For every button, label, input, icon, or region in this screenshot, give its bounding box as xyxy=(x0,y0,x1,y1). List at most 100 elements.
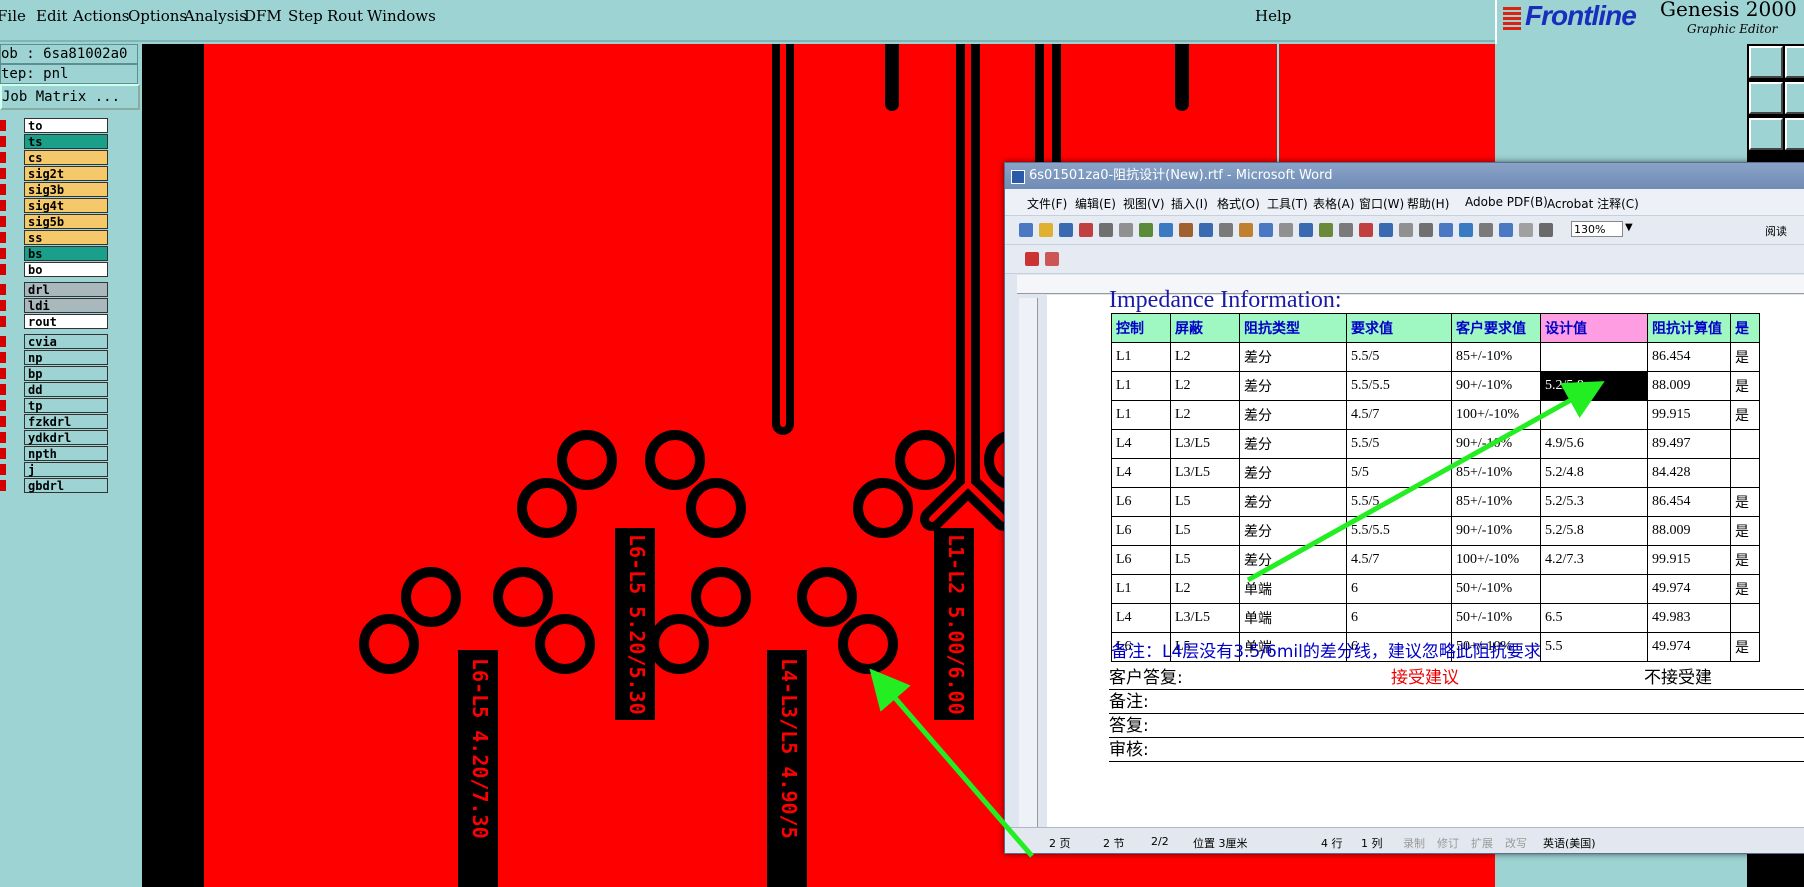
toolbar-button-icon[interactable] xyxy=(1359,223,1373,237)
layer-toggle-icon[interactable] xyxy=(0,416,6,427)
table-cell[interactable]: 86.454 xyxy=(1647,342,1731,372)
table-cell[interactable]: 5/5 xyxy=(1346,458,1452,488)
table-cell[interactable]: 差分 xyxy=(1239,458,1347,488)
layer-toggle-icon[interactable] xyxy=(0,368,6,379)
table-cell[interactable]: 差分 xyxy=(1239,545,1347,575)
tool-back-icon[interactable] xyxy=(1749,82,1783,114)
zoom-select[interactable]: 130% xyxy=(1571,221,1623,237)
table-cell[interactable]: L3/L5 xyxy=(1170,458,1240,488)
toolbar-button-icon[interactable] xyxy=(1459,223,1473,237)
table-cell[interactable]: 84.428 xyxy=(1647,458,1731,488)
word-menu-window[interactable]: 窗口(W) xyxy=(1359,195,1404,212)
layer-item-bp[interactable]: bp xyxy=(0,366,112,381)
toolbar-button-icon[interactable] xyxy=(1079,223,1093,237)
layer-item-cs[interactable]: cs xyxy=(0,150,112,165)
tool-move-icon[interactable] xyxy=(1749,118,1783,150)
word-menu-insert[interactable]: 插入(I) xyxy=(1171,195,1208,212)
table-cell[interactable]: L6 xyxy=(1111,545,1171,575)
layer-item-ldi[interactable]: ldi xyxy=(0,298,112,313)
layer-toggle-icon[interactable] xyxy=(0,232,6,243)
table-cell[interactable]: 88.009 xyxy=(1647,516,1731,546)
table-cell[interactable]: 85+/-10% xyxy=(1451,458,1541,488)
status-rec[interactable]: 录制 xyxy=(1403,835,1425,851)
menu-rout[interactable]: Rout xyxy=(327,7,363,25)
toolbar-button-icon[interactable] xyxy=(1339,223,1353,237)
layer-item-to[interactable]: to xyxy=(0,118,112,133)
table-cell[interactable]: 差分 xyxy=(1239,342,1347,372)
table-cell[interactable]: 差分 xyxy=(1239,429,1347,459)
toolbar-button-icon[interactable] xyxy=(1499,223,1513,237)
tool-rotate-icon[interactable] xyxy=(1785,118,1804,150)
menu-actions[interactable]: Actions xyxy=(73,7,129,25)
layer-item-cvia[interactable]: cvia xyxy=(0,334,112,349)
toolbar-button-icon[interactable] xyxy=(1239,223,1253,237)
layer-toggle-icon[interactable] xyxy=(0,120,6,131)
job-matrix-button[interactable]: Job Matrix ... xyxy=(0,84,140,110)
table-cell[interactable]: 4.5/7 xyxy=(1346,400,1452,430)
layer-item-npth[interactable]: npth xyxy=(0,446,112,461)
table-cell[interactable]: L5 xyxy=(1170,487,1240,517)
layer-item-tp[interactable]: tp xyxy=(0,398,112,413)
table-cell[interactable]: L3/L5 xyxy=(1170,429,1240,459)
layer-toggle-icon[interactable] xyxy=(0,284,6,295)
layer-toggle-icon[interactable] xyxy=(0,264,6,275)
table-cell[interactable]: 6.5 xyxy=(1540,603,1648,633)
layer-toggle-icon[interactable] xyxy=(0,248,6,259)
toolbar-button-icon[interactable] xyxy=(1019,223,1033,237)
zoom-dropdown-icon[interactable]: ▼ xyxy=(1625,222,1633,233)
layer-toggle-icon[interactable] xyxy=(0,200,6,211)
layer-toggle-icon[interactable] xyxy=(0,464,6,475)
table-cell[interactable]: L1 xyxy=(1111,574,1171,604)
word-menu-adobe-pdf[interactable]: Adobe PDF(B) xyxy=(1465,195,1548,209)
toolbar-button-icon[interactable] xyxy=(1179,223,1193,237)
toolbar-button-icon[interactable] xyxy=(1039,223,1053,237)
toolbar-button-icon[interactable] xyxy=(1379,223,1393,237)
layer-item-sig2t[interactable]: sig2t xyxy=(0,166,112,181)
table-cell[interactable]: 是 xyxy=(1730,545,1760,575)
table-cell[interactable]: 50+/-10% xyxy=(1451,574,1541,604)
table-cell[interactable]: 99.915 xyxy=(1647,545,1731,575)
tool-frame-icon[interactable] xyxy=(1785,82,1804,114)
status-ovr[interactable]: 改写 xyxy=(1505,835,1527,851)
table-cell[interactable]: 50+/-10% xyxy=(1451,603,1541,633)
layer-item-bs[interactable]: bs xyxy=(0,246,112,261)
table-cell[interactable]: 单端 xyxy=(1239,603,1347,633)
word-titlebar[interactable]: 6s01501za0-阻抗设计(New).rtf - Microsoft Wor… xyxy=(1005,163,1804,189)
layer-toggle-icon[interactable] xyxy=(0,448,6,459)
table-cell[interactable]: L3/L5 xyxy=(1170,603,1240,633)
menu-windows[interactable]: Windows xyxy=(367,7,436,25)
menu-edit[interactable]: Edit xyxy=(36,7,67,25)
layer-toggle-icon[interactable] xyxy=(0,336,6,347)
vertical-ruler[interactable] xyxy=(1019,298,1038,853)
table-cell[interactable]: L2 xyxy=(1170,342,1240,372)
word-menu-view[interactable]: 视图(V) xyxy=(1123,195,1165,212)
table-cell[interactable]: L1 xyxy=(1111,371,1171,401)
status-trk[interactable]: 修订 xyxy=(1437,835,1459,851)
word-menu-format[interactable]: 格式(O) xyxy=(1217,195,1260,212)
layer-item-sig3b[interactable]: sig3b xyxy=(0,182,112,197)
table-cell[interactable]: 5.2/5.3 xyxy=(1540,487,1648,517)
layer-item-j[interactable]: j xyxy=(0,462,112,477)
table-cell[interactable]: 100+/-10% xyxy=(1451,545,1541,575)
toolbar-button-icon[interactable] xyxy=(1399,223,1413,237)
table-cell[interactable]: L2 xyxy=(1170,371,1240,401)
layer-toggle-icon[interactable] xyxy=(0,432,6,443)
toolbar-button-icon[interactable] xyxy=(1059,223,1073,237)
table-cell[interactable]: 49.974 xyxy=(1647,574,1731,604)
toolbar-button-icon[interactable] xyxy=(1299,223,1313,237)
toolbar-button-icon[interactable] xyxy=(1539,223,1553,237)
table-cell[interactable]: 差分 xyxy=(1239,400,1347,430)
layer-toggle-icon[interactable] xyxy=(0,216,6,227)
table-cell[interactable] xyxy=(1730,458,1760,488)
table-cell[interactable]: 是 xyxy=(1730,632,1760,662)
table-cell[interactable]: 90+/-10% xyxy=(1451,429,1541,459)
menu-dfm[interactable]: DFM xyxy=(244,7,282,25)
layer-toggle-icon[interactable] xyxy=(0,300,6,311)
table-cell[interactable]: L6 xyxy=(1111,487,1171,517)
table-cell[interactable]: 6 xyxy=(1346,574,1452,604)
table-cell[interactable]: 是 xyxy=(1730,400,1760,430)
table-cell[interactable]: 差分 xyxy=(1239,371,1347,401)
document-page[interactable]: Impedance Information: 控制 屏蔽 阻抗类型 要求值 客户要求值设… xyxy=(1047,287,1804,853)
word-menu-table[interactable]: 表格(A) xyxy=(1313,195,1355,212)
toolbar-button-icon[interactable] xyxy=(1439,223,1453,237)
